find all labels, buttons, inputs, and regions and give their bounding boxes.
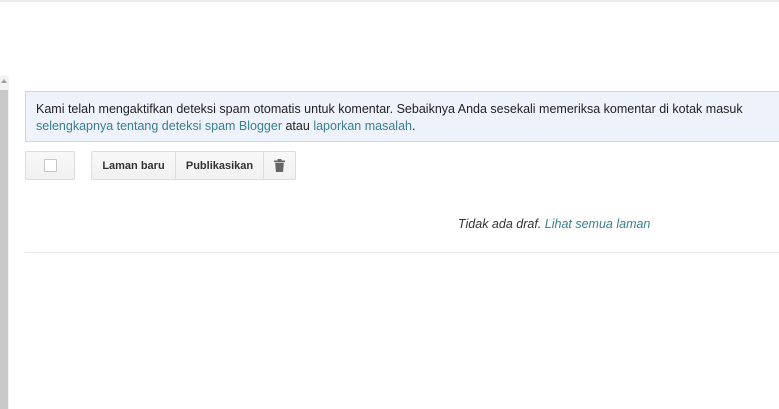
select-all-button[interactable] [25, 151, 75, 180]
no-drafts-text: Tidak ada draf. [458, 217, 542, 231]
trash-icon [274, 159, 285, 172]
delete-button[interactable] [263, 151, 296, 180]
notice-text: Kami telah mengaktifkan deteksi spam oto… [36, 102, 743, 116]
sidebar-scrollbar[interactable] [0, 76, 9, 409]
top-divider [0, 0, 779, 2]
scrollbar-thumb[interactable] [0, 90, 8, 409]
view-all-pages-link[interactable]: Lihat semua laman [545, 217, 651, 231]
notice-conjunction: atau [285, 119, 310, 133]
publish-button[interactable]: Publikasikan [175, 151, 264, 180]
spam-detection-notice: Kami telah mengaktifkan deteksi spam oto… [25, 91, 779, 142]
select-all-checkbox[interactable] [43, 159, 57, 172]
no-drafts-message: Tidak ada draf. Lihat semua laman [458, 217, 650, 231]
learn-more-spam-link[interactable]: selengkapnya tentang deteksi spam Blogge… [36, 119, 282, 133]
list-divider [25, 252, 779, 253]
scroll-up-arrow-icon[interactable] [1, 79, 7, 83]
notice-period: . [411, 119, 416, 133]
report-problem-link[interactable]: laporkan masalah [313, 119, 412, 133]
new-page-button[interactable]: Laman baru [91, 151, 176, 180]
